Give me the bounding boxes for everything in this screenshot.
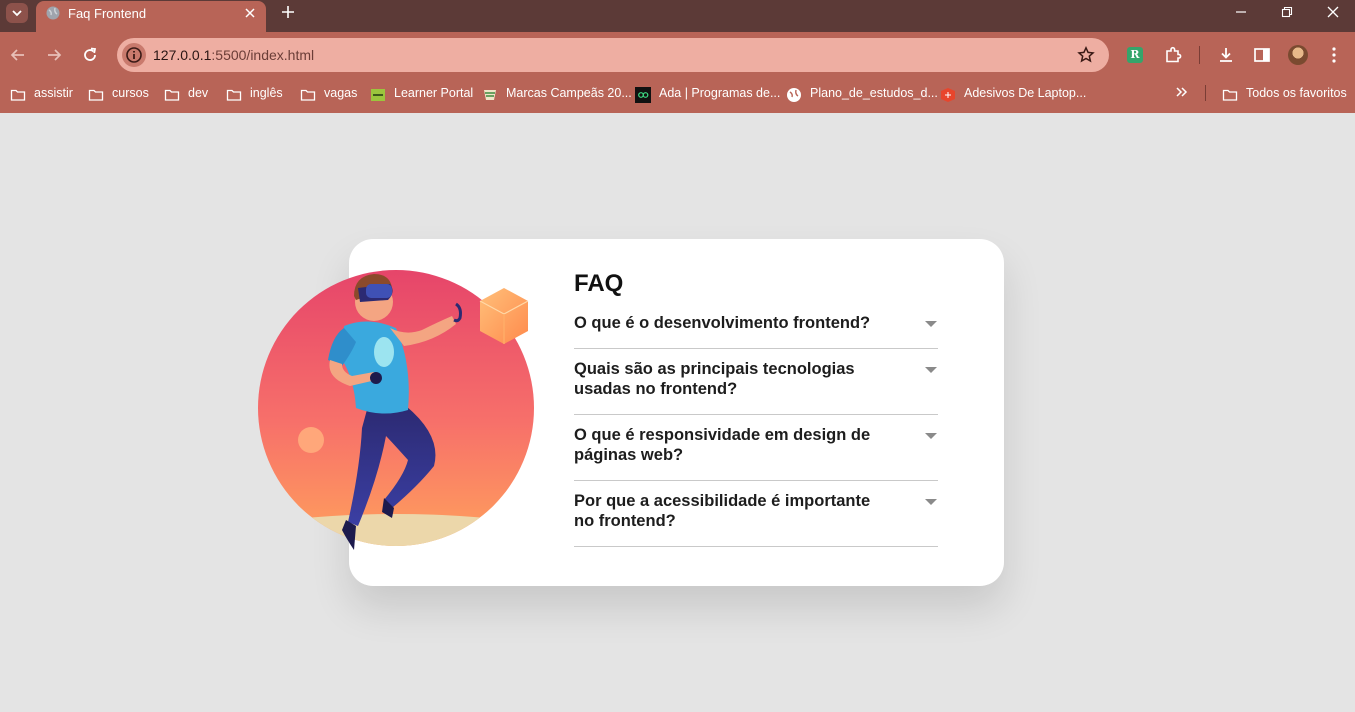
faq-question-text: Quais são as principais tecnologias usad…: [574, 360, 855, 398]
extensions-puzzle-icon[interactable]: [1163, 45, 1183, 65]
faq-question-2[interactable]: Quais são as principais tecnologias usad…: [574, 359, 938, 415]
vr-person-illustration: [258, 270, 534, 550]
ada-favicon: [635, 87, 651, 103]
chevron-down-icon: [12, 10, 22, 17]
url-path: :5500/index.html: [211, 47, 315, 63]
faq-title: FAQ: [574, 270, 624, 297]
more-options-icon[interactable]: [1324, 45, 1344, 65]
close-icon[interactable]: [242, 5, 258, 21]
folder-icon: [10, 89, 26, 101]
extension-r-icon[interactable]: R: [1127, 47, 1143, 63]
minimize-icon[interactable]: [1233, 4, 1249, 20]
bookmark-label: inglês: [250, 86, 283, 100]
reload-icon[interactable]: [81, 46, 99, 64]
folder-icon: [164, 89, 180, 101]
faq-question-text: O que é responsividade em design de pági…: [574, 426, 871, 464]
restore-icon[interactable]: [1279, 4, 1295, 20]
bookmark-label: Adesivos De Laptop...: [964, 86, 1087, 100]
back-arrow-icon[interactable]: [9, 46, 27, 64]
url-host: 127.0.0.1: [153, 47, 212, 63]
bookmark-label: vagas: [324, 86, 358, 100]
tab-title: Faq Frontend: [68, 6, 147, 21]
bookmark-label: Learner Portal: [394, 86, 474, 100]
profile-avatar[interactable]: [1288, 45, 1308, 65]
browser-toolbar: 127.0.0.1:5500/index.html R: [0, 32, 1355, 78]
tab-strip: Faq Frontend: [0, 0, 1355, 32]
faq-question-4[interactable]: Por que a acessibilidade é importante no…: [574, 491, 938, 547]
bookmark-label: Ada | Programas de...: [659, 86, 781, 100]
folder-icon: [226, 89, 242, 101]
adesivos-favicon: [941, 88, 955, 102]
folder-icon: [88, 89, 104, 101]
new-tab-plus-icon[interactable]: [280, 4, 296, 20]
bookmark-star-icon[interactable]: [1077, 46, 1095, 64]
bookmark-label: assistir: [34, 86, 73, 100]
faq-question-text: O que é o desenvolvimento frontend?: [574, 314, 871, 332]
close-window-icon[interactable]: [1325, 4, 1341, 20]
folder-icon: [1222, 89, 1238, 101]
site-info-button[interactable]: [122, 43, 146, 67]
bookmark-label: Marcas Campeãs 20...: [506, 86, 632, 100]
folder-icon: [300, 89, 316, 101]
caret-down-icon[interactable]: [925, 367, 937, 373]
forward-arrow-icon[interactable]: [45, 46, 63, 64]
learner-portal-favicon: [371, 89, 385, 101]
bookmark-label: cursos: [112, 86, 149, 100]
caret-down-icon[interactable]: [925, 321, 937, 327]
faq-question-text: Por que a acessibilidade é importante no…: [574, 492, 871, 530]
address-bar[interactable]: 127.0.0.1:5500/index.html: [117, 38, 1109, 72]
faq-question-1[interactable]: O que é o desenvolvimento frontend?: [574, 313, 938, 349]
caret-down-icon[interactable]: [925, 433, 937, 439]
faq-question-3[interactable]: O que é responsividade em design de pági…: [574, 425, 938, 481]
active-tab[interactable]: Faq Frontend: [36, 1, 266, 32]
url-text: 127.0.0.1:5500/index.html: [153, 47, 314, 63]
bookmarks-divider: [1205, 85, 1206, 101]
bookmark-label: Plano_de_estudos_d...: [810, 86, 938, 100]
info-icon: [126, 47, 142, 63]
caret-down-icon[interactable]: [925, 499, 937, 505]
globe-icon: [787, 88, 801, 102]
marcas-favicon: [484, 90, 496, 100]
more-bookmarks-chevron-icon[interactable]: [1174, 84, 1190, 100]
tab-search-button[interactable]: [6, 3, 28, 23]
toolbar-divider: [1199, 46, 1200, 64]
all-bookmarks-label: Todos os favoritos: [1246, 86, 1347, 100]
bookmark-label: dev: [188, 86, 209, 100]
bookmarks-bar: assistir cursos dev inglês vagas Learner…: [0, 78, 1355, 113]
globe-icon: [46, 6, 60, 20]
download-icon[interactable]: [1216, 45, 1236, 65]
side-panel-icon[interactable]: [1252, 45, 1272, 65]
